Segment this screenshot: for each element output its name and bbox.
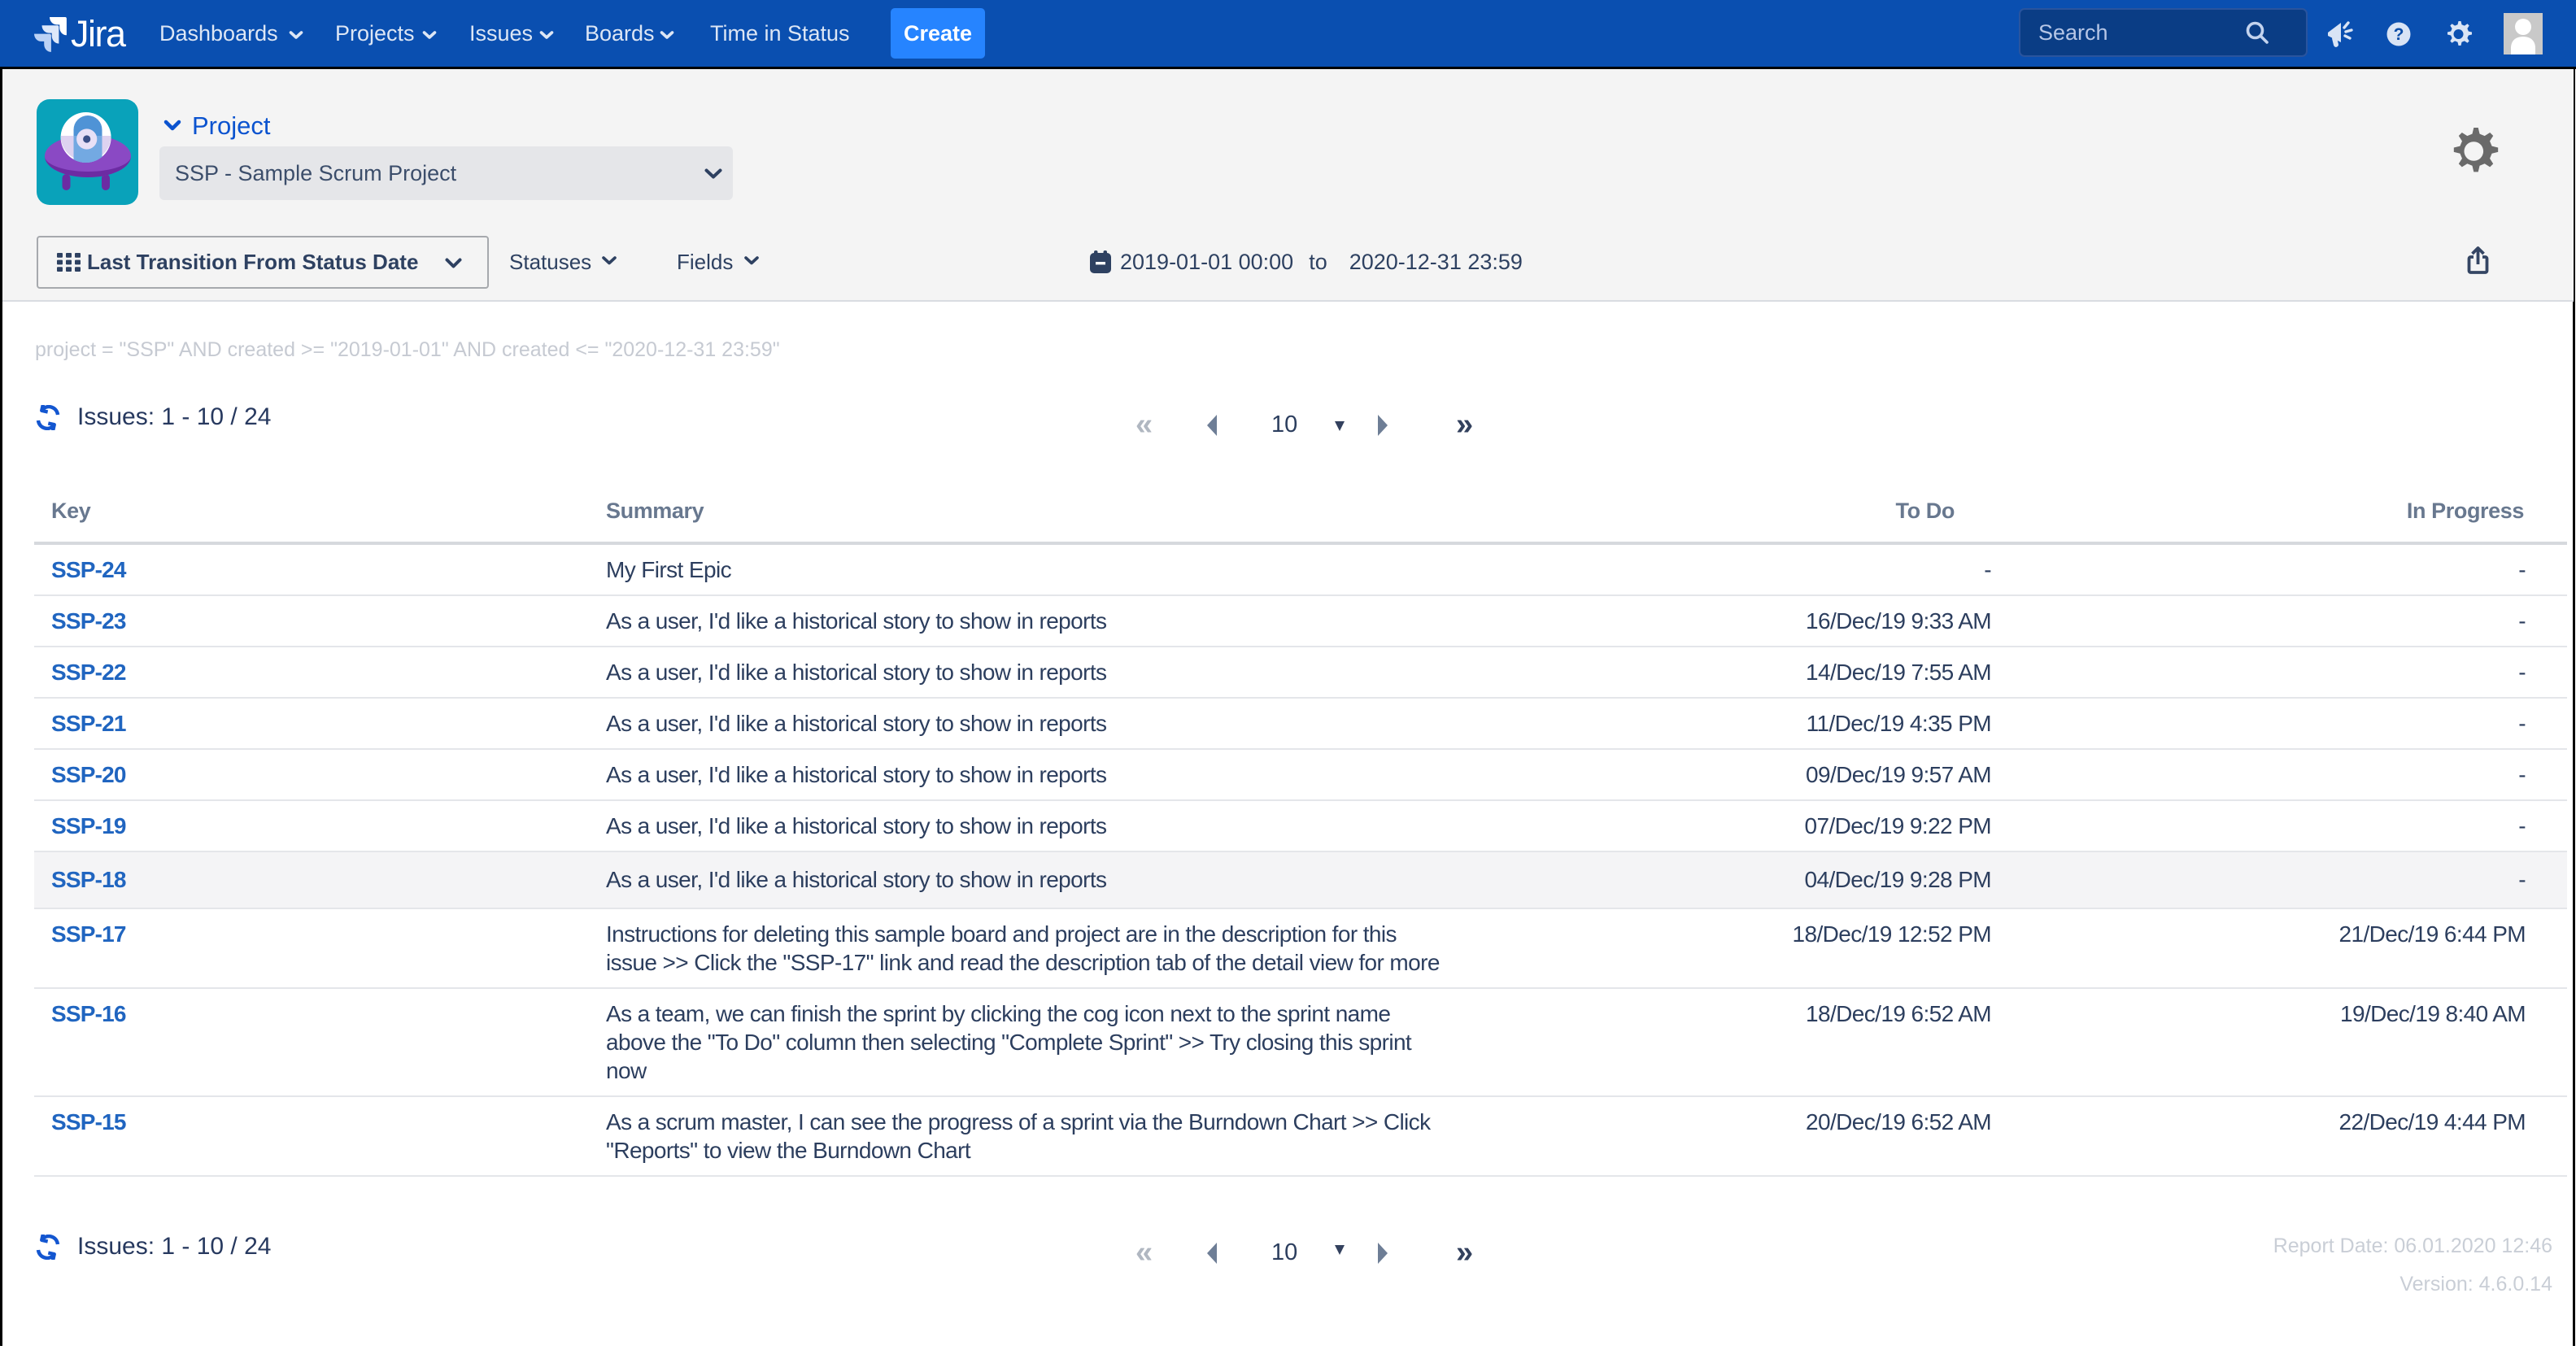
svg-text:?: ?: [2394, 25, 2404, 44]
